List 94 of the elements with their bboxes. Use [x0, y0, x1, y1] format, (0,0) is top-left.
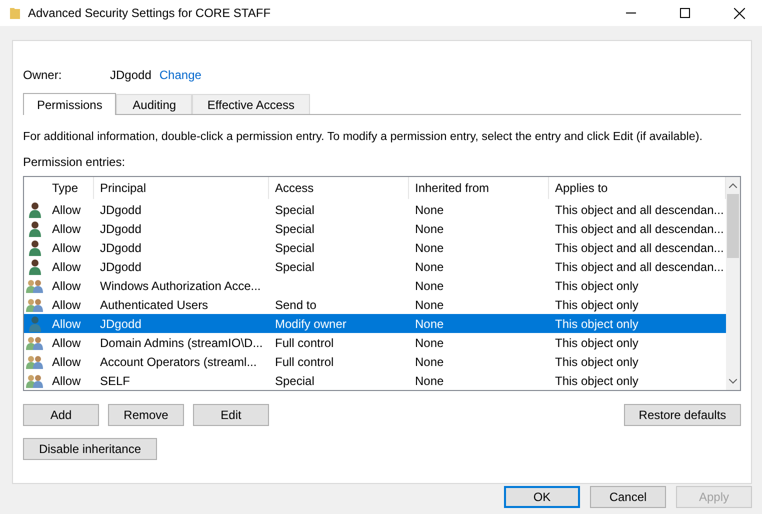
users-icon: [26, 278, 44, 292]
tab[interactable]: Permissions: [23, 93, 116, 115]
users-icon: [26, 354, 44, 368]
table-cell-text: This object only: [554, 374, 640, 388]
table-cell-text: Windows Authorization Acce...: [99, 278, 262, 292]
column-header[interactable]: Inherited from: [409, 177, 549, 199]
table-cell-text: None: [414, 374, 445, 388]
table-cell-text: This object only: [554, 354, 640, 368]
column-header[interactable]: Principal: [94, 177, 269, 199]
table-cell-text: Allow: [51, 316, 82, 330]
change-link[interactable]: Change: [159, 68, 202, 82]
dialog-button[interactable]: OK: [504, 486, 580, 508]
owner-label: Owner:: [23, 68, 63, 82]
table-cell-text: Full control: [274, 354, 335, 368]
column-header[interactable]: Access: [269, 177, 409, 199]
table-cell-text: Send to: [274, 298, 318, 312]
table-cell-text: Allow: [51, 298, 82, 312]
info-text: For additional information, double-click a permission entry. To modify a permission entry, select the entry and click Edit (if available).: [23, 130, 704, 143]
table-cell-text: Special: [274, 260, 316, 274]
folder-icon: [10, 7, 20, 19]
table-cell-text: Modify owner: [274, 316, 348, 330]
table-cell-text: None: [414, 316, 445, 330]
tab[interactable]: Effective Access: [192, 94, 310, 114]
table-cell-text: JDgodd: [99, 316, 142, 330]
table-cell-text: Special: [274, 222, 316, 236]
table-cell-text: None: [414, 354, 445, 368]
entry-button[interactable]: Add: [23, 404, 99, 426]
owner-name: JDgodd: [110, 68, 152, 82]
permission-row[interactable]: Allow JDgodd Special None This object and all descendan...: [24, 238, 726, 257]
table-cell-text: Allow: [51, 374, 82, 388]
table-cell-text: This object and all descendan...: [554, 202, 725, 216]
permission-row[interactable]: Allow Domain Admins (streamIO\D... Full control None This object only: [24, 333, 726, 352]
table-cell-text: This object and all descendan...: [554, 240, 725, 254]
permission-row[interactable]: Allow SELF Special None This object only: [24, 371, 726, 390]
close-icon: [734, 8, 744, 18]
user-icon: [28, 202, 42, 218]
table-cell-text: None: [414, 278, 445, 292]
table-cell-text: JDgodd: [99, 202, 142, 216]
table-cell-text: Special: [274, 202, 316, 216]
scrollbar[interactable]: [726, 177, 740, 390]
table-cell-text: Special: [274, 240, 316, 254]
table-cell-text: Account Operators (streaml...: [99, 354, 258, 368]
table-cell-text: Allow: [51, 336, 82, 350]
table-cell-text: None: [414, 336, 445, 350]
window-title: Advanced Security Settings for CORE STAFF: [28, 6, 272, 20]
table-cell-text: Authenticated Users: [99, 298, 210, 312]
users-icon: [26, 298, 44, 312]
table-cell-text: None: [414, 260, 445, 274]
table-cell-text: Allow: [51, 278, 82, 292]
user-icon: [28, 220, 42, 236]
entry-button[interactable]: Remove: [108, 404, 184, 426]
column-header[interactable]: Type: [46, 177, 94, 199]
table-cell-text: Allow: [51, 202, 82, 216]
maximize-icon: [680, 8, 690, 18]
scroll-thumb[interactable]: [727, 194, 739, 258]
permission-row[interactable]: Allow Account Operators (streaml... Full control None This object only: [24, 352, 726, 371]
table-cell-text: Special: [274, 374, 316, 388]
permission-row[interactable]: Allow Authenticated Users Send to None This object only: [24, 295, 726, 314]
table-cell-text: Allow: [51, 222, 82, 236]
permission-row[interactable]: Allow JDgodd Special None This object and all descendan...: [24, 219, 726, 238]
table-cell-text: JDgodd: [99, 240, 142, 254]
permission-row[interactable]: Allow JDgodd Special None This object and all descendan...: [24, 200, 726, 219]
user-icon: [28, 240, 42, 256]
table-cell-text: This object only: [554, 278, 640, 292]
table-cell-text: None: [414, 298, 445, 312]
table-cell-text: This object only: [554, 336, 640, 350]
disable-inheritance-button[interactable]: Disable inheritance: [23, 438, 157, 460]
users-icon: [26, 374, 44, 388]
user-icon: [28, 316, 42, 332]
restore-defaults-button[interactable]: Restore defaults: [624, 404, 741, 426]
permission-row[interactable]: Allow JDgodd Special None This object and all descendan...: [24, 257, 726, 276]
table-cell-text: Full control: [274, 336, 335, 350]
table-cell-text: This object only: [554, 316, 640, 330]
table-cell-text: Allow: [51, 260, 82, 274]
permission-row[interactable]: Allow JDgodd Modify owner None This object only: [24, 314, 726, 333]
table-cell-text: Allow: [51, 240, 82, 254]
table-cell-text: None: [414, 222, 445, 236]
table-cell-text: None: [414, 202, 445, 216]
table-cell-text: This object and all descendan...: [554, 260, 725, 274]
entries-label: Permission entries:: [23, 155, 126, 169]
entry-button[interactable]: Edit: [193, 404, 269, 426]
table-cell-text: SELF: [99, 374, 132, 388]
table-cell-text: Allow: [51, 354, 82, 368]
dialog-button[interactable]: Cancel: [590, 486, 666, 508]
user-icon: [28, 258, 42, 274]
table-cell-text: JDgodd: [99, 260, 142, 274]
users-icon: [26, 336, 44, 350]
tab[interactable]: Auditing: [116, 94, 192, 114]
permission-row[interactable]: Allow Windows Authorization Acce... None This object only: [24, 276, 726, 295]
table-cell-text: JDgodd: [99, 222, 142, 236]
table-cell-text: This object and all descendan...: [554, 222, 725, 236]
table-cell-text: None: [414, 240, 445, 254]
table-cell-text: Domain Admins (streamIO\D...: [99, 336, 264, 350]
table-cell-text: This object only: [554, 298, 640, 312]
